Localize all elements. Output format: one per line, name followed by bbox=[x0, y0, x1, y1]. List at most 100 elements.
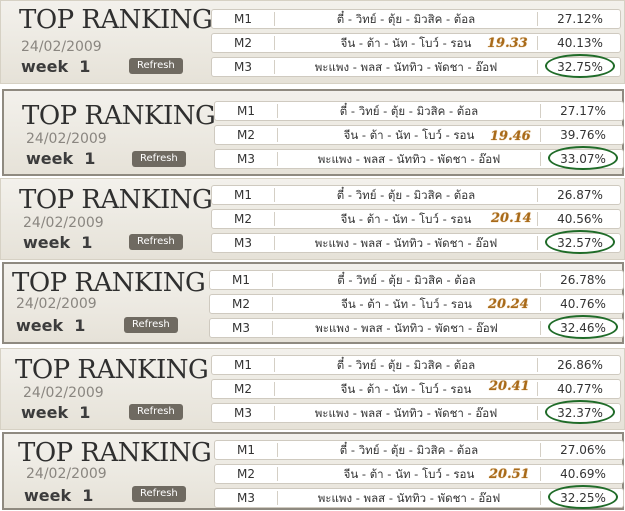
ranking-row: M2 จีน - ต้า - นัท - โบว์ - รอน 39.76% bbox=[214, 125, 624, 145]
ranking-row: M3 พะแพง - พลส - นัททิว - พัดชา - อ๊อฟ 32.… bbox=[211, 230, 621, 254]
refresh-button[interactable]: Refresh bbox=[124, 317, 178, 333]
vote-percentage-value: 27.17% bbox=[560, 104, 606, 118]
vote-percentage-value: 27.12% bbox=[557, 12, 603, 26]
ranking-date: 24/02/2009 bbox=[23, 385, 104, 401]
team-members: ตี๋ - วิทย์ - ตุ้ย - มิวสิค - ต้อล bbox=[336, 188, 476, 202]
ranking-panel: TOP RANKING 24/02/2009 week 1 Refresh M1 ตี๋ … bbox=[0, 348, 625, 430]
vote-percentage: 26.86% bbox=[538, 356, 622, 374]
vote-percentage: 40.69% bbox=[541, 465, 625, 483]
team-members: พะแพง - พลส - นัททิว - พัดชา - อ๊อฟ bbox=[317, 152, 501, 166]
vote-percentage: 32.25% bbox=[541, 485, 625, 509]
team-code: M2 bbox=[232, 297, 250, 311]
vote-percentage: 27.06% bbox=[541, 441, 625, 459]
vote-percentage-value: 26.78% bbox=[560, 273, 606, 287]
refresh-button[interactable]: Refresh bbox=[129, 58, 183, 74]
team-code: M2 bbox=[237, 128, 255, 142]
ranking-row: M3 พะแพง - พลส - นัททิว - พัดชา - อ๊อฟ 32.… bbox=[214, 485, 625, 509]
ranking-row: M3 พะแพง - พลส - นัททิว - พัดชา - อ๊อฟ 32.… bbox=[211, 54, 621, 78]
ranking-row: M2 จีน - ต้า - นัท - โบว์ - รอน 40.13% bbox=[211, 33, 621, 53]
team-code: M3 bbox=[237, 491, 255, 505]
vote-percentage-value: 27.06% bbox=[560, 443, 606, 457]
vote-percentage-value: 26.86% bbox=[557, 358, 603, 372]
ranking-date: 24/02/2009 bbox=[16, 296, 97, 312]
ranking-row: M1 ตี๋ - วิทย์ - ตุ้ย - มิวสิค - ต้อล 27.1… bbox=[214, 101, 624, 121]
ranking-date: 24/02/2009 bbox=[26, 466, 107, 482]
ranking-panel: TOP RANKING 24/02/2009 week 1 Refresh M1 ตี๋ … bbox=[2, 262, 624, 344]
refresh-button[interactable]: Refresh bbox=[129, 234, 183, 250]
ranking-date: 24/02/2009 bbox=[21, 39, 102, 55]
team-members: พะแพง - พลส - นัททิว - พัดชา - อ๊อฟ bbox=[315, 321, 498, 335]
vote-percentage-value: 32.46% bbox=[560, 321, 606, 335]
ranking-row: M1 ตี๋ - วิทย์ - ตุ้ย - มิวสิค - ต้อล 26.8… bbox=[211, 355, 621, 375]
ranking-row: M2 จีน - ต้า - นัท - โบว์ - รอน 40.77% bbox=[211, 379, 621, 399]
team-code: M2 bbox=[234, 382, 252, 396]
team-members: พะแพง - พลส - นัททิว - พัดชา - อ๊อฟ bbox=[314, 406, 498, 420]
handwritten-time-note: 20.41 bbox=[489, 379, 530, 394]
ranking-panel: TOP RANKING 24/02/2009 week 1 Refresh M1 ตี๋ … bbox=[2, 89, 624, 176]
vote-percentage: 40.56% bbox=[538, 210, 622, 228]
team-code: M2 bbox=[234, 212, 252, 226]
team-code: M1 bbox=[237, 104, 255, 118]
vote-percentage-value: 32.25% bbox=[560, 491, 606, 505]
ranking-date: 24/02/2009 bbox=[26, 131, 107, 147]
vote-percentage: 26.87% bbox=[538, 186, 622, 204]
handwritten-time-note: 19.33 bbox=[487, 36, 528, 51]
ranking-row: M3 พะแพง - พลส - นัททิว - พัดชา - อ๊อฟ 32.… bbox=[211, 400, 622, 424]
ranking-panel: TOP RANKING 24/02/2009 week 1 Refresh M1 ตี๋ … bbox=[0, 0, 625, 84]
vote-percentage-value: 33.07% bbox=[560, 152, 606, 166]
handwritten-time-note: 20.14 bbox=[491, 211, 532, 226]
ranking-row: M2 จีน - ต้า - นัท - โบว์ - รอน 40.56% bbox=[211, 209, 621, 229]
team-code: M3 bbox=[234, 406, 252, 420]
vote-percentage-value: 32.37% bbox=[557, 406, 603, 420]
team-members: ตี๋ - วิทย์ - ตุ้ย - มิวสิค - ต้อล bbox=[336, 358, 476, 372]
vote-percentage-value: 40.13% bbox=[557, 36, 603, 50]
ranking-row: M1 ตี๋ - วิทย์ - ตุ้ย - มิวสิค - ต้อล 27.0… bbox=[214, 440, 624, 460]
refresh-button[interactable]: Refresh bbox=[132, 486, 186, 502]
team-members: พะแพง - พลส - นัททิว - พัดชา - อ๊อฟ bbox=[314, 236, 498, 250]
vote-percentage-value: 39.76% bbox=[560, 128, 606, 142]
ranking-panel: TOP RANKING 24/02/2009 week 1 Refresh M1 ตี๋ … bbox=[0, 178, 625, 260]
vote-percentage: 32.37% bbox=[538, 400, 622, 424]
team-code: M2 bbox=[234, 36, 252, 50]
week-label: week 1 bbox=[21, 57, 91, 76]
ranking-row: M1 ตี๋ - วิทย์ - ตุ้ย - มิวสิค - ต้อล 26.7… bbox=[209, 270, 624, 290]
panel-title: TOP RANKING bbox=[19, 5, 213, 35]
week-label: week 1 bbox=[26, 149, 96, 168]
vote-percentage: 39.76% bbox=[541, 126, 625, 144]
team-code: M3 bbox=[232, 321, 250, 335]
team-code: M1 bbox=[232, 273, 250, 287]
vote-percentage-value: 40.77% bbox=[557, 382, 603, 396]
handwritten-time-note: 19.46 bbox=[490, 129, 531, 144]
vote-percentage-value: 32.75% bbox=[557, 60, 603, 74]
team-code: M1 bbox=[234, 12, 252, 26]
ranking-row: M1 ตี๋ - วิทย์ - ตุ้ย - มิวสิค - ต้อล 26.8… bbox=[211, 185, 621, 205]
panel-title: TOP RANKING bbox=[15, 355, 209, 385]
team-members: ตี๋ - วิทย์ - ตุ้ย - มิวสิค - ต้อล bbox=[336, 12, 476, 26]
vote-percentage-value: 40.69% bbox=[560, 467, 606, 481]
week-label: week 1 bbox=[21, 403, 91, 422]
week-label: week 1 bbox=[23, 233, 93, 252]
ranking-panel: TOP RANKING 24/02/2009 week 1 Refresh M1 ตี๋ … bbox=[2, 432, 624, 510]
week-label: week 1 bbox=[16, 316, 86, 335]
vote-percentage: 40.13% bbox=[538, 34, 622, 52]
panel-title: TOP RANKING bbox=[12, 268, 206, 298]
panel-title: TOP RANKING bbox=[19, 185, 213, 215]
vote-percentage-value: 40.56% bbox=[557, 212, 603, 226]
team-members: พะแพง - พลส - นัททิว - พัดชา - อ๊อฟ bbox=[317, 491, 501, 505]
ranking-row: M3 พะแพง - พลส - นัททิว - พัดชา - อ๊อฟ 33.… bbox=[214, 146, 625, 170]
vote-percentage: 33.07% bbox=[541, 146, 625, 170]
refresh-button[interactable]: Refresh bbox=[132, 151, 186, 167]
team-members: ตี๋ - วิทย์ - ตุ้ย - มิวสิค - ต้อล bbox=[339, 104, 479, 118]
week-label: week 1 bbox=[24, 486, 94, 505]
team-members: พะแพง - พลส - นัททิว - พัดชา - อ๊อฟ bbox=[314, 60, 498, 74]
vote-percentage-value: 26.87% bbox=[557, 188, 603, 202]
team-code: M1 bbox=[234, 188, 252, 202]
vote-percentage: 40.77% bbox=[538, 380, 622, 398]
vote-percentage: 26.78% bbox=[541, 271, 625, 289]
team-code: M2 bbox=[237, 467, 255, 481]
team-code: M3 bbox=[237, 152, 255, 166]
refresh-button[interactable]: Refresh bbox=[129, 404, 183, 420]
handwritten-time-note: 20.51 bbox=[489, 467, 530, 482]
vote-percentage: 40.76% bbox=[541, 295, 625, 313]
vote-percentage: 27.17% bbox=[541, 102, 625, 120]
